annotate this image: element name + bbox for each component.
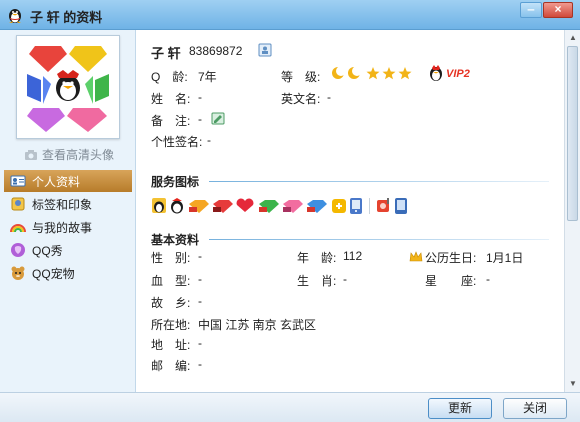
qq-number: 83869872 [189,44,243,58]
crown-icon [409,251,423,262]
nickname: 子 轩 [151,46,181,61]
view-hd-avatar-label: 查看高清头像 [42,148,115,162]
dialog-footer: 更新 关闭 [0,392,580,422]
tag-icon [11,197,25,211]
scroll-up-arrow-icon[interactable]: ▲ [567,32,579,44]
name-value: - [198,90,202,104]
hometown-label: 故 乡: [151,296,191,310]
sidebar-item-stories[interactable]: 与我的故事 [4,216,132,238]
green-diamond-icon[interactable] [259,200,279,213]
title-bar: 子 轩 的资料 ‒ × [0,0,580,30]
qq-penguin-icon[interactable] [152,198,166,213]
note-value: - [198,112,202,126]
view-hd-avatar-link[interactable]: 查看高清头像 [24,146,114,163]
sidebar-item-tags[interactable]: 标签和印象 [4,193,132,215]
edit-note-icon[interactable] [211,112,225,125]
contact-card-icon[interactable] [258,43,272,57]
qq-penguin-icon [9,9,21,23]
profile-content: 子 轩 83869872 Q 龄: 7年 等 级: VIP2 姓 名: - 英文… [137,30,564,392]
sidebar: 查看高清头像 个人资料 标签和印象 与我的故事 QQ秀 QQ宠物 [0,30,136,392]
sidebar-item-label: QQ宠物 [32,266,75,281]
profile-card-icon [10,175,26,187]
heart-icon[interactable] [236,198,254,212]
constellation-label: 星 座: [425,274,477,288]
level-icons [332,66,412,80]
english-name-value: - [327,90,331,104]
gender-value: - [198,249,202,263]
window-title: 子 轩 的资料 [30,10,103,25]
birthday-value: 1月1日 [486,251,524,265]
scrollbar-thumb[interactable] [567,46,578,221]
close-icon: × [554,2,562,16]
sidebar-nav: 个人资料 标签和印象 与我的故事 QQ秀 QQ宠物 [4,170,132,285]
birthday-label: 公历生日: [425,251,477,265]
music-icon[interactable] [377,198,389,212]
qq-red-penguin-icon[interactable] [171,198,183,214]
moon-icon [348,66,362,79]
service-icons-row [151,197,413,215]
hometown-value: - [198,294,202,308]
location-label: 所在地: [151,318,191,332]
section-divider [209,181,549,182]
minimize-icon: ‒ [527,2,535,16]
zodiac-value: - [343,272,347,286]
mobile-icon[interactable] [395,198,407,214]
section-divider [209,239,549,240]
moon-icon [332,66,346,79]
blood-type-label: 血 型: [151,274,191,288]
english-name-label: 英文名: [281,92,321,106]
qq-age-label: Q 龄: [151,70,188,84]
note-label: 备 注: [151,114,191,128]
star-icon [366,67,380,80]
qq-game-icon[interactable] [332,199,346,213]
qq-show-icon [11,243,25,257]
scroll-down-arrow-icon[interactable]: ▼ [567,378,579,390]
signature-label: 个性签名: [151,135,203,149]
star-icon [382,67,396,80]
avatar[interactable] [16,35,120,139]
constellation-value: - [486,272,490,286]
sidebar-item-label: QQ秀 [32,243,63,258]
location-value: 中国 江苏 南京 玄武区 [198,318,317,332]
signature-value: - [207,133,211,147]
address-label: 地 址: [151,338,191,352]
age-value: 112 [343,249,363,263]
pink-diamond-icon[interactable] [283,200,303,213]
blue-diamond-icon[interactable] [307,200,327,213]
sidebar-item-label: 标签和印象 [32,197,93,212]
age-label: 年 龄: [297,251,337,265]
minimize-button[interactable]: ‒ [520,2,542,18]
qq-pet-icon [11,266,25,280]
qq-age-value: 7年 [198,70,217,84]
rainbow-icon [10,224,26,233]
postcode-value: - [198,357,202,371]
sidebar-item-label: 个人资料 [32,174,81,189]
address-value: - [198,336,202,350]
postcode-label: 邮 编: [151,359,191,373]
icon-divider [369,198,370,214]
vip-level[interactable]: VIP2 [446,68,470,80]
sidebar-item-profile[interactable]: 个人资料 [4,170,132,192]
red-diamond-icon[interactable] [213,200,233,213]
close-window-button[interactable]: × [543,2,573,18]
sidebar-item-qq-show[interactable]: QQ秀 [4,239,132,261]
star-icon [398,67,412,80]
sidebar-item-label: 与我的故事 [32,220,93,235]
level-label: 等 级: [281,70,321,84]
refresh-button[interactable]: 更新 [428,398,492,419]
vip-penguin-icon[interactable] [428,64,444,82]
yellow-diamond-icon[interactable] [189,200,209,213]
camera-icon [25,149,37,160]
services-title: 服务图标 [151,175,200,189]
gender-label: 性 别: [151,251,191,265]
zodiac-label: 生 肖: [297,274,337,288]
sidebar-item-qq-pet[interactable]: QQ宠物 [4,262,132,284]
content-scrollbar[interactable]: ▲ ▼ [564,30,580,392]
name-label: 姓 名: [151,92,191,106]
avatar-image [27,46,109,132]
close-button[interactable]: 关闭 [503,398,567,419]
phone-icon[interactable] [350,198,362,214]
basic-info-title: 基本资料 [151,233,200,247]
blood-type-value: - [198,272,202,286]
